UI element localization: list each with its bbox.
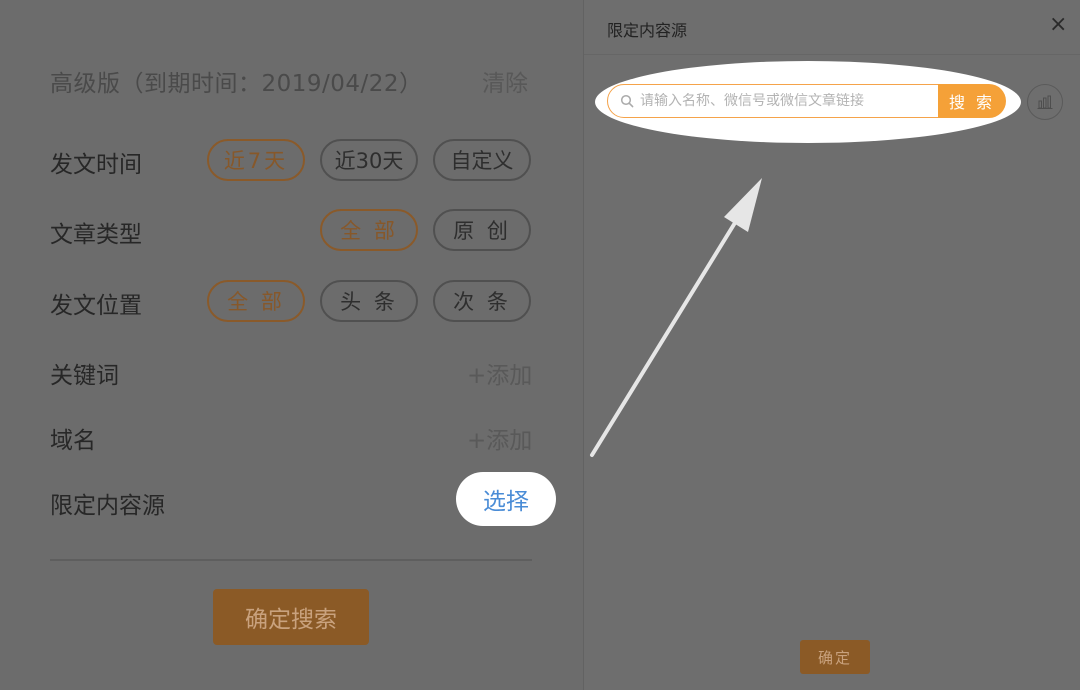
article-type-label: 文章类型 bbox=[50, 222, 142, 248]
article-type-all[interactable]: 全 部 bbox=[320, 209, 418, 251]
publish-time-custom[interactable]: 自定义 bbox=[433, 139, 531, 181]
publish-time-label: 发文时间 bbox=[50, 152, 142, 178]
content-source-dialog: 限定内容源 × 搜 索 确定 bbox=[583, 0, 1080, 690]
keyword-label: 关键词 bbox=[50, 363, 119, 389]
search-field[interactable] bbox=[607, 84, 939, 118]
bar-chart-button[interactable] bbox=[1027, 84, 1063, 120]
select-content-source-link[interactable]: 选择 bbox=[456, 472, 556, 526]
publish-position-headline[interactable]: 头 条 bbox=[320, 280, 418, 322]
publish-position-all[interactable]: 全 部 bbox=[207, 280, 305, 322]
close-icon[interactable]: × bbox=[1049, 14, 1067, 36]
edition-expiry-text: 高级版（到期时间：2019/04/22） bbox=[50, 71, 423, 97]
divider bbox=[584, 54, 1080, 55]
content-source-label: 限定内容源 bbox=[50, 493, 165, 519]
clear-button[interactable]: 清除 bbox=[482, 64, 528, 98]
search-icon bbox=[620, 94, 634, 108]
confirm-search-button[interactable]: 确定搜索 bbox=[213, 589, 369, 645]
divider bbox=[50, 559, 532, 561]
article-type-original[interactable]: 原 创 bbox=[433, 209, 531, 251]
publish-position-label: 发文位置 bbox=[50, 293, 142, 319]
publish-time-7days[interactable]: 近7天 bbox=[207, 139, 305, 181]
publish-time-30days[interactable]: 近30天 bbox=[320, 139, 418, 181]
bar-chart-icon bbox=[1037, 95, 1053, 109]
add-keyword-link[interactable]: +添加 bbox=[467, 356, 532, 390]
dialog-title: 限定内容源 bbox=[607, 21, 688, 40]
dialog-confirm-button[interactable]: 确定 bbox=[800, 640, 870, 674]
publish-position-secondary[interactable]: 次 条 bbox=[433, 280, 531, 322]
search-input[interactable] bbox=[640, 93, 930, 109]
add-domain-link[interactable]: +添加 bbox=[467, 421, 532, 455]
search-button[interactable]: 搜 索 bbox=[938, 84, 1006, 118]
domain-label: 域名 bbox=[50, 428, 96, 454]
filter-panel: 高级版（到期时间：2019/04/22） 清除 发文时间 近7天 近30天 自定… bbox=[0, 0, 583, 690]
